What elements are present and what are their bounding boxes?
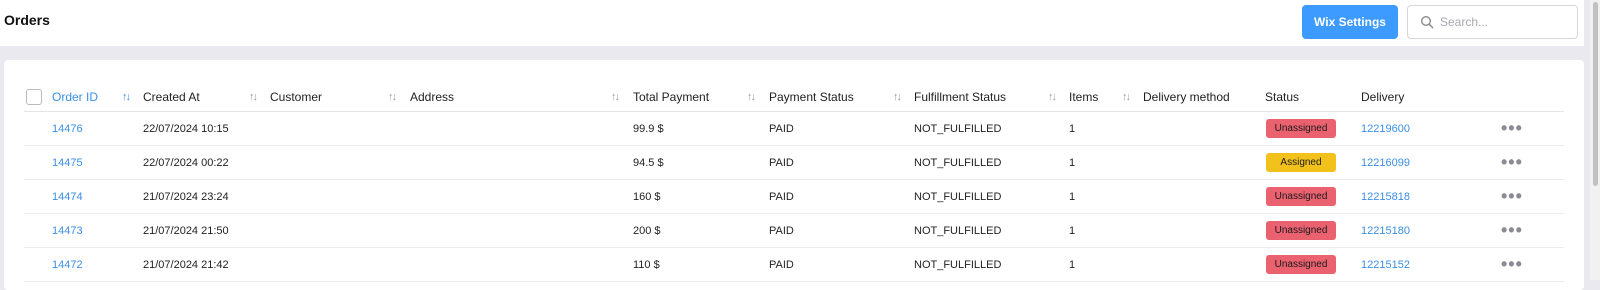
column-header-delivery-method[interactable]: Delivery method: [1143, 82, 1230, 111]
total-payment-cell: 110 $: [633, 258, 660, 271]
fulfillment-status-cell: NOT_FULFILLED: [914, 258, 1002, 271]
total-payment-cell: 160 $: [633, 190, 661, 203]
more-horizontal-icon[interactable]: •••: [1501, 214, 1523, 247]
search-icon: [1420, 15, 1434, 29]
status-badge[interactable]: Unassigned: [1266, 255, 1336, 274]
items-cell: 1: [1069, 156, 1076, 169]
sort-arrows-icon[interactable]: ↑↓: [1122, 82, 1131, 111]
fulfillment-status-cell: NOT_FULFILLED: [914, 190, 1002, 203]
payment-status-cell: PAID: [769, 258, 794, 271]
items-cell: 1: [1069, 224, 1076, 237]
top-bar: Orders Wix Settings: [0, 0, 1584, 46]
page-scrollbar-thumb[interactable]: [1593, 2, 1598, 186]
sort-arrows-icon[interactable]: ↑↓: [1048, 82, 1057, 111]
created-at-cell: 21/07/2024 23:24: [143, 190, 229, 203]
items-cell: 1: [1069, 122, 1076, 135]
more-horizontal-icon[interactable]: •••: [1501, 146, 1523, 179]
search-input[interactable]: [1440, 15, 1570, 29]
status-badge[interactable]: Unassigned: [1266, 221, 1336, 240]
order-id-link[interactable]: 14472: [52, 248, 83, 281]
total-payment-cell: 200 $: [633, 224, 661, 237]
fulfillment-status-cell: NOT_FULFILLED: [914, 224, 1002, 237]
table-row[interactable]: 14472 21/07/2024 21:42 110 $ PAID NOT_FU…: [24, 248, 1564, 282]
column-header-payment-status[interactable]: Payment Status: [769, 82, 854, 111]
delivery-link[interactable]: 12215818: [1361, 180, 1410, 213]
status-badge[interactable]: Assigned: [1266, 153, 1336, 172]
sort-arrows-icon[interactable]: ↑↓: [388, 82, 397, 111]
delivery-link[interactable]: 12216099: [1361, 146, 1410, 179]
column-header-order-id[interactable]: Order ID: [52, 82, 98, 111]
table-row[interactable]: 14475 22/07/2024 00:22 94.5 $ PAID NOT_F…: [24, 146, 1564, 180]
order-id-link[interactable]: 14475: [52, 146, 83, 179]
column-header-customer[interactable]: Customer: [270, 82, 322, 111]
select-all-checkbox[interactable]: [26, 89, 42, 105]
sort-arrows-icon[interactable]: ↑↓: [249, 82, 258, 111]
status-badge[interactable]: Unassigned: [1266, 187, 1336, 206]
created-at-cell: 21/07/2024 21:50: [143, 224, 229, 237]
created-at-cell: 22/07/2024 00:22: [143, 156, 229, 169]
order-id-link[interactable]: 14476: [52, 112, 83, 145]
orders-table: Order ID ↑↓ Created At ↑↓ Customer ↑↓ Ad…: [24, 82, 1564, 282]
order-id-link[interactable]: 14473: [52, 214, 83, 247]
total-payment-cell: 94.5 $: [633, 156, 664, 169]
delivery-link[interactable]: 12215152: [1361, 248, 1410, 281]
table-row[interactable]: 14474 21/07/2024 23:24 160 $ PAID NOT_FU…: [24, 180, 1564, 214]
column-header-created-at[interactable]: Created At: [143, 82, 200, 111]
search-box[interactable]: [1407, 5, 1578, 39]
sort-arrows-icon[interactable]: ↑↓: [122, 82, 131, 111]
column-header-items[interactable]: Items: [1069, 82, 1098, 111]
column-header-total-payment[interactable]: Total Payment: [633, 82, 709, 111]
total-payment-cell: 99.9 $: [633, 122, 664, 135]
table-header: Order ID ↑↓ Created At ↑↓ Customer ↑↓ Ad…: [24, 82, 1564, 112]
column-header-status: Status: [1265, 89, 1300, 104]
more-horizontal-icon[interactable]: •••: [1501, 180, 1523, 213]
page-title: Orders: [4, 12, 50, 28]
payment-status-cell: PAID: [769, 190, 794, 203]
table-row[interactable]: 14476 22/07/2024 10:15 99.9 $ PAID NOT_F…: [24, 112, 1564, 146]
delivery-link[interactable]: 12219600: [1361, 112, 1410, 145]
order-id-link[interactable]: 14474: [52, 180, 83, 213]
created-at-cell: 21/07/2024 21:42: [143, 258, 229, 271]
items-cell: 1: [1069, 258, 1076, 271]
sort-arrows-icon[interactable]: ↑↓: [611, 82, 620, 111]
fulfillment-status-cell: NOT_FULFILLED: [914, 122, 1002, 135]
column-header-delivery: Delivery: [1361, 89, 1405, 104]
payment-status-cell: PAID: [769, 122, 794, 135]
column-header-fulfillment-status[interactable]: Fulfillment Status: [914, 82, 1006, 111]
created-at-cell: 22/07/2024 10:15: [143, 122, 229, 135]
payment-status-cell: PAID: [769, 156, 794, 169]
delivery-link[interactable]: 12215180: [1361, 214, 1410, 247]
items-cell: 1: [1069, 190, 1076, 203]
more-horizontal-icon[interactable]: •••: [1501, 248, 1523, 281]
sort-arrows-icon[interactable]: ↑↓: [747, 82, 756, 111]
column-header-address[interactable]: Address: [410, 82, 454, 111]
orders-card: Order ID ↑↓ Created At ↑↓ Customer ↑↓ Ad…: [4, 60, 1584, 290]
more-horizontal-icon[interactable]: •••: [1501, 112, 1523, 145]
fulfillment-status-cell: NOT_FULFILLED: [914, 156, 1002, 169]
sort-arrows-icon[interactable]: ↑↓: [893, 82, 902, 111]
status-badge[interactable]: Unassigned: [1266, 119, 1336, 138]
payment-status-cell: PAID: [769, 224, 794, 237]
wix-settings-button[interactable]: Wix Settings: [1302, 5, 1398, 39]
table-row[interactable]: 14473 21/07/2024 21:50 200 $ PAID NOT_FU…: [24, 214, 1564, 248]
